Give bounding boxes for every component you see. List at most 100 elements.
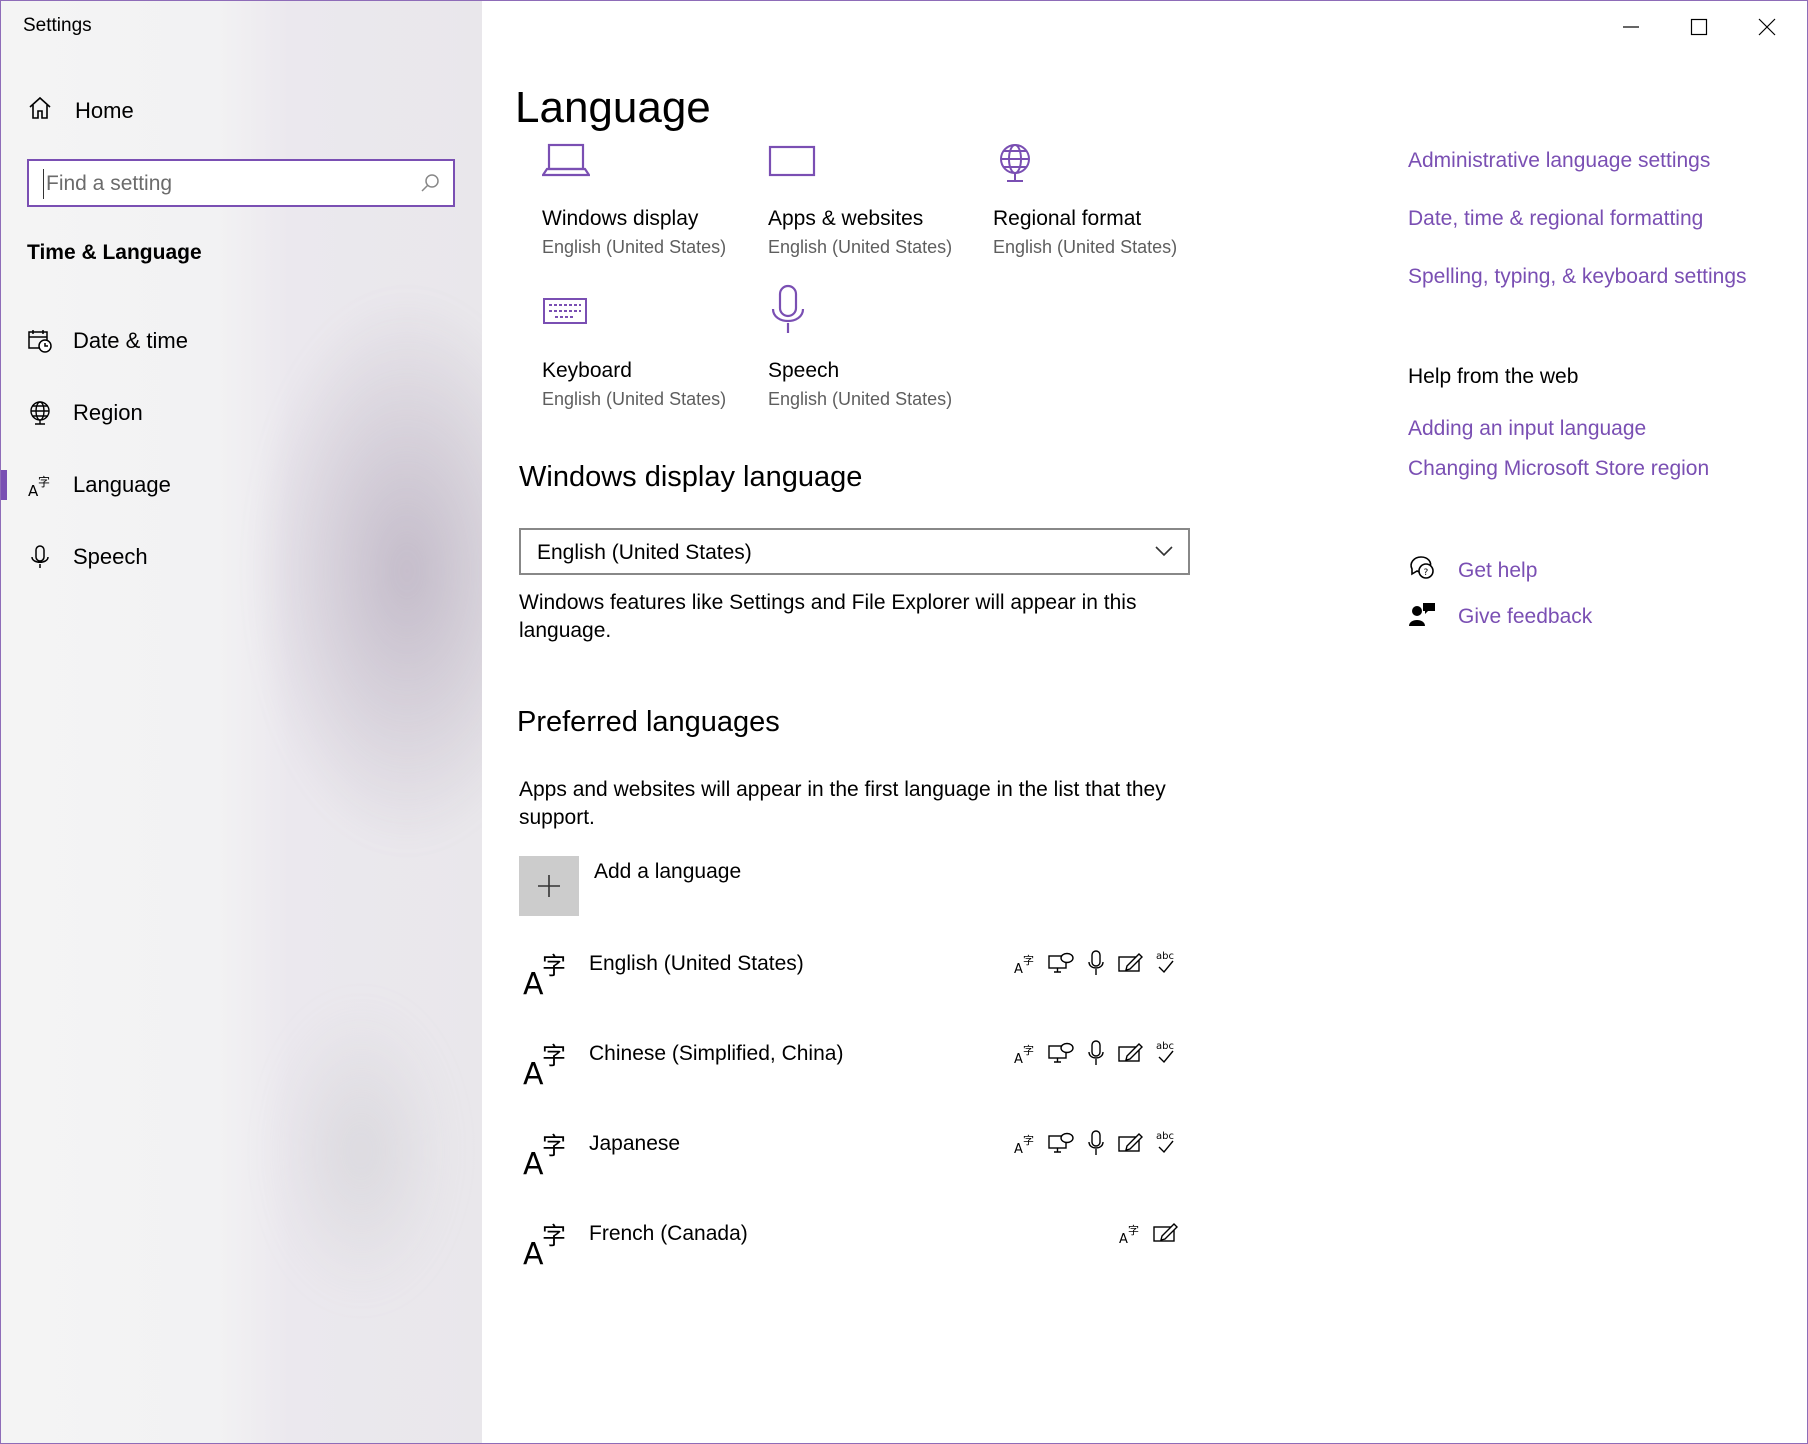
svg-text:字: 字 [1023,953,1034,967]
nav-home[interactable]: Home [27,95,134,126]
language-glyph-icon: A 字 [523,1036,569,1093]
language-name: English (United States) [589,952,804,975]
language-features: A字 abc [1013,1130,1179,1156]
minimize-icon [1623,26,1639,28]
tile-value: English (United States) [993,237,1178,257]
minimize-button[interactable] [1597,1,1665,53]
nav-home-label: Home [75,97,134,123]
tile-apps-websites[interactable]: Apps & websites English (United States) [768,141,988,258]
get-help-label: Get help [1458,558,1538,582]
language-name: French (Canada) [589,1222,748,1245]
link-date-time-regional-formatting[interactable]: Date, time & regional formatting [1408,207,1703,231]
dropdown-value: English (United States) [537,541,752,564]
text-to-speech-feature-icon [1048,950,1074,976]
window-icon [768,141,988,193]
feedback-icon [1408,601,1436,632]
svg-text:字: 字 [38,474,50,489]
handwriting-feature-icon [1118,950,1144,976]
sidebar-item-speech[interactable]: Speech [1,527,482,587]
acrylic-blur-lower [271,1001,451,1301]
svg-text:字: 字 [542,952,566,980]
language-row-french-canada[interactable]: A 字 French (Canada) A字 [519,1216,1179,1296]
spell-check-feature-label: abc [1156,951,1174,962]
app-title: Settings [23,15,92,36]
tile-value: English (United States) [768,237,953,257]
link-adding-input-language[interactable]: Adding an input language [1408,417,1646,441]
get-help-icon: ? [1408,555,1436,586]
text-to-speech-feature-icon [1048,1040,1074,1066]
link-administrative-language-settings[interactable]: Administrative language settings [1408,149,1710,173]
globe-icon [27,400,53,426]
handwriting-feature-icon [1118,1130,1144,1156]
sidebar-item-language[interactable]: A 字 Language [1,455,482,515]
speech-recognition-feature-icon [1083,950,1109,976]
tile-name: Apps & websites [768,207,924,230]
svg-text:?: ? [1424,568,1429,578]
svg-text:A: A [1014,1142,1023,1155]
give-feedback-label: Give feedback [1458,604,1593,628]
svg-text:字: 字 [542,1132,566,1160]
add-language-label: Add a language [594,860,742,883]
settings-window: Settings Home Time & Language [0,0,1808,1444]
display-language-description: Windows features like Settings and File … [519,591,1137,642]
sidebar-item-label: Date & time [73,328,188,353]
language-row-english[interactable]: A 字 English (United States) A字 abc [519,946,1179,1026]
sidebar-item-label: Language [73,472,171,497]
language-features: A字 [1118,1220,1179,1246]
tile-name: Keyboard [542,359,632,382]
keyboard-icon [542,293,762,345]
display-language-feature-icon: A字 [1013,1130,1039,1156]
spell-check-feature-label: abc [1156,1131,1174,1142]
home-icon [27,95,53,126]
language-icon: A 字 [27,472,53,498]
display-language-dropdown[interactable]: English (United States) [519,528,1190,575]
sidebar-item-date-time[interactable]: Date & time [1,311,482,371]
give-feedback-link[interactable]: Give feedback [1408,601,1592,632]
language-row-japanese[interactable]: A 字 Japanese A字 abc [519,1126,1179,1206]
svg-text:字: 字 [542,1222,566,1250]
link-spelling-typing-keyboard-settings[interactable]: Spelling, typing, & keyboard settings [1408,265,1747,289]
link-changing-store-region[interactable]: Changing Microsoft Store region [1408,457,1709,481]
spell-check-feature-icon: abc [1153,950,1179,976]
close-button[interactable] [1733,1,1801,53]
search-input[interactable] [43,169,408,199]
sidebar-item-label: Region [73,400,143,425]
microphone-icon [27,544,53,570]
speech-recognition-feature-icon [1083,1040,1109,1066]
microphone-icon [768,283,988,345]
tile-value: English (United States) [542,389,727,409]
language-glyph-icon: A 字 [523,1126,569,1183]
svg-text:字: 字 [542,1042,566,1070]
tile-speech[interactable]: Speech English (United States) [768,283,988,410]
maximize-button[interactable] [1665,1,1733,53]
svg-text:A: A [1119,1232,1128,1245]
laptop-icon [540,141,762,193]
plus-icon [519,856,579,916]
display-language-feature-icon: A字 [1013,1040,1039,1066]
display-language-feature-icon: A字 [1013,950,1039,976]
tile-regional-format[interactable]: Regional format English (United States) [993,141,1213,258]
add-language-button[interactable]: Add a language [519,856,741,916]
svg-text:字: 字 [1023,1133,1034,1147]
display-language-feature-icon: A字 [1118,1220,1144,1246]
sidebar-item-label: Speech [73,544,148,569]
tile-windows-display[interactable]: Windows display English (United States) [540,141,762,258]
globe-icon [993,141,1213,193]
language-features: A字 abc [1013,1040,1179,1066]
handwriting-feature-icon [1118,1040,1144,1066]
search-box[interactable] [27,159,455,207]
svg-text:字: 字 [1023,1043,1034,1057]
tile-name: Windows display [542,207,699,230]
close-icon [1758,18,1776,36]
search-icon[interactable] [419,172,441,199]
handwriting-feature-icon [1153,1220,1179,1246]
language-row-chinese[interactable]: A 字 Chinese (Simplified, China) A字 abc [519,1036,1179,1116]
get-help-link[interactable]: ? Get help [1408,555,1537,586]
tile-keyboard[interactable]: Keyboard English (United States) [542,293,762,410]
svg-text:A: A [1014,1052,1023,1065]
help-from-web-heading: Help from the web [1408,365,1579,388]
sidebar: Settings Home Time & Language [1,1,482,1443]
svg-text:A: A [523,1237,544,1268]
calendar-clock-icon [27,328,53,354]
sidebar-item-region[interactable]: Region [1,383,482,443]
